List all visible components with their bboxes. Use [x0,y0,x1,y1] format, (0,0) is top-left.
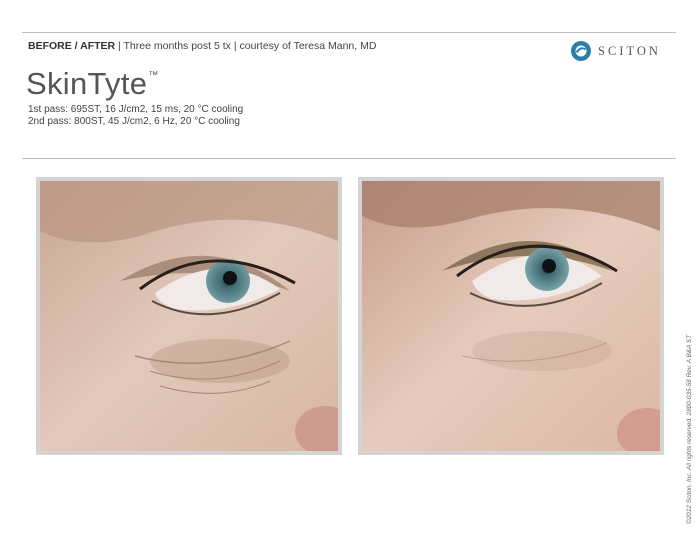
before-photo [36,177,342,455]
separator: | [118,40,121,52]
eye-closeup-before [40,181,338,451]
logo-wordmark: SCITON [598,43,661,58]
copyright-notice: ©2012 Sciton, Inc. All rights reserved. … [686,334,693,524]
trademark-symbol: ™ [148,70,159,81]
separator: | [233,40,237,52]
sciton-logo-icon [571,41,591,61]
treatment-details: Three months post 5 tx [123,40,231,52]
photo-credit: courtesy of Teresa Mann, MD [239,40,377,52]
settings-line-1: 1st pass: 695ST, 16 J/cm2, 15 ms, 20 °C … [28,104,244,115]
after-photo [358,177,664,455]
product-name: SkinTyte [26,66,148,101]
middle-divider [22,158,676,159]
product-title: SkinTyte™ [26,66,159,102]
sciton-logo: SCITON [570,40,661,62]
eye-closeup-after [362,181,660,451]
top-divider [22,32,676,33]
header-caption: BEFORE / AFTER | Three months post 5 tx … [28,40,376,52]
before-after-label: BEFORE / AFTER [28,40,116,52]
settings-line-2: 2nd pass: 800ST, 45 J/cm2, 6 Hz, 20 °C c… [28,116,240,127]
treatment-settings: 1st pass: 695ST, 16 J/cm2, 15 ms, 20 °C … [28,104,243,128]
